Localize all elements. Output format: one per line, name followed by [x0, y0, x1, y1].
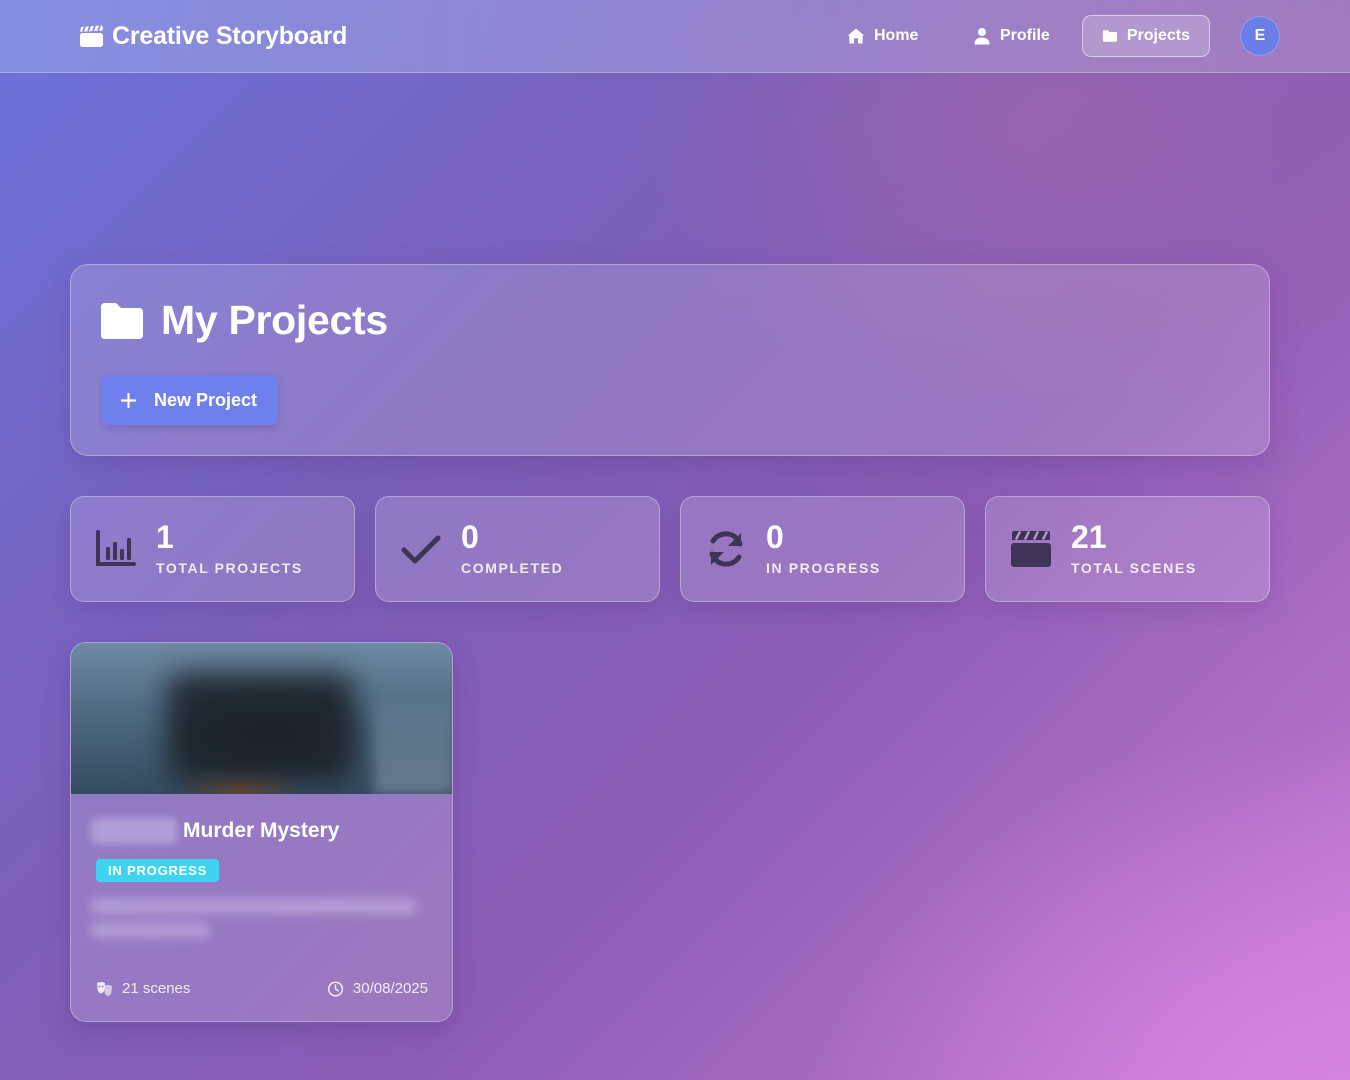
folder-icon	[1102, 30, 1117, 42]
user-icon	[974, 28, 990, 45]
project-date: 30/08/2025	[327, 980, 428, 997]
clapperboard-icon	[80, 24, 103, 47]
scene-count: 21 scenes	[96, 980, 190, 997]
nav-home[interactable]: Home	[828, 15, 937, 57]
nav-projects[interactable]: Projects	[1082, 15, 1210, 57]
home-icon	[847, 28, 865, 44]
page-title-text: My Projects	[161, 297, 388, 343]
chart-bar-icon	[96, 530, 136, 566]
nav-profile-label: Profile	[1000, 27, 1050, 44]
redacted-text	[91, 818, 177, 844]
stat-total-scenes: 21 TOTAL SCENES	[985, 496, 1270, 602]
stat-label: TOTAL PROJECTS	[156, 560, 303, 576]
check-icon	[401, 535, 441, 564]
clapperboard-icon	[1011, 530, 1051, 567]
avatar[interactable]: E	[1240, 16, 1280, 56]
scene-count-text: 21 scenes	[122, 980, 191, 997]
new-project-button[interactable]: New Project	[102, 375, 278, 425]
status-badge: IN PROGRESS	[96, 859, 220, 882]
brand[interactable]: Creative Storyboard	[79, 20, 347, 52]
stat-value: 0	[766, 519, 784, 555]
stat-total-projects: 1 TOTAL PROJECTS	[70, 496, 355, 602]
project-card[interactable]: Murder Mystery IN PROGRESS 21 scenes 30/…	[70, 642, 453, 1022]
stat-label: IN PROGRESS	[766, 560, 881, 576]
nav-home-label: Home	[874, 27, 919, 44]
project-thumbnail	[71, 643, 452, 794]
clock-icon	[327, 980, 343, 997]
brand-name: Creative Storyboard	[112, 21, 348, 50]
nav-projects-label: Projects	[1126, 27, 1190, 44]
stat-value: 1	[156, 519, 174, 555]
top-navbar: Creative Storyboard Home Profile Project…	[0, 0, 1350, 73]
stat-value: 21	[1071, 519, 1107, 555]
projects-header-panel: My Projects New Project	[70, 264, 1270, 456]
stat-label: TOTAL SCENES	[1071, 560, 1197, 576]
sync-icon	[709, 531, 743, 567]
folder-icon	[101, 302, 143, 339]
stat-label: COMPLETED	[461, 560, 564, 576]
project-date-text: 30/08/2025	[352, 980, 428, 997]
project-card-body: Murder Mystery IN PROGRESS 21 scenes 30/…	[71, 794, 452, 1021]
project-card-footer: 21 scenes 30/08/2025	[96, 980, 428, 997]
avatar-initial: E	[1254, 27, 1266, 44]
project-title-text: Murder Mystery	[183, 819, 340, 842]
stat-value: 0	[461, 519, 479, 555]
project-description-redacted	[91, 898, 416, 946]
stat-in-progress: 0 IN PROGRESS	[680, 496, 965, 602]
theater-masks-icon	[97, 981, 112, 996]
new-project-label: New Project	[154, 389, 258, 410]
nav-profile[interactable]: Profile	[954, 15, 1069, 57]
plus-icon	[121, 392, 136, 408]
project-title: Murder Mystery	[91, 818, 339, 844]
stat-completed: 0 COMPLETED	[375, 496, 660, 602]
page-title: My Projects	[101, 297, 388, 344]
